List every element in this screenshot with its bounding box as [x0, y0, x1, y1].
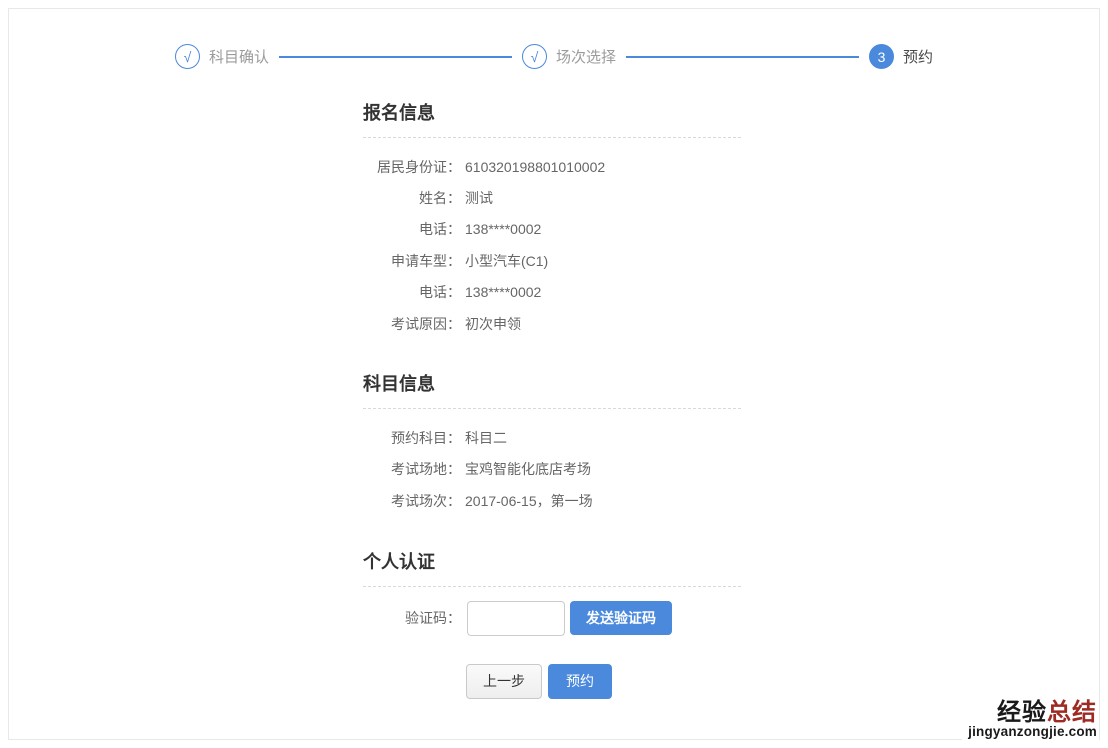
field-exam-reason: 考试原因： 初次申领: [363, 308, 741, 339]
field-phone-2: 电话： 138****0002: [363, 277, 741, 308]
field-id-card: 居民身份证： 610320198801010002: [363, 151, 741, 182]
subject-section-title: 科目信息: [363, 374, 435, 395]
verification-section: 个人认证 验证码： 发送验证码: [363, 548, 741, 636]
watermark-title-black: 经验: [997, 698, 1047, 726]
watermark-title-red: 总结: [1047, 698, 1097, 726]
step-appointment[interactable]: 3 预约: [869, 44, 933, 69]
field-name: 姓名： 测试: [363, 182, 741, 213]
step-number-badge: 3: [869, 44, 894, 69]
dashed-divider: [363, 408, 741, 410]
field-value: 138****0002: [465, 284, 542, 301]
step-label: 场次选择: [555, 49, 616, 66]
verification-code-input[interactable]: [467, 600, 565, 636]
field-exam-session: 考试场次： 2017-06-15，第一场: [363, 485, 741, 516]
appointment-page: √ 科目确认 √ 场次选择 3 预约 报名信息 居民身份证： 610320198…: [0, 0, 1108, 748]
site-watermark: 经验总结 jingyanzongjie.com: [962, 697, 1099, 741]
field-value: 2017-06-15，第一场: [465, 492, 593, 509]
verification-code-label: 验证码：: [405, 610, 461, 627]
field-booked-subject: 预约科目： 科目二: [363, 422, 741, 453]
step-connector: [626, 55, 859, 58]
check-icon: √: [174, 44, 200, 69]
field-label: 考试原因：: [391, 315, 461, 332]
field-phone: 电话： 138****0002: [363, 214, 741, 245]
main-content: 报名信息 居民身份证： 610320198801010002 姓名： 测试 电话…: [363, 99, 741, 699]
verification-section-title: 个人认证: [363, 551, 435, 572]
check-icon: √: [521, 44, 547, 69]
step-label: 科目确认: [208, 49, 269, 66]
field-label: 考试场次：: [391, 492, 461, 509]
field-value: 610320198801010002: [465, 158, 606, 175]
field-value: 138****0002: [465, 221, 542, 238]
stepper: √ 科目确认 √ 场次选择 3 预约: [0, 44, 1108, 69]
dashed-divider: [363, 137, 741, 138]
field-value: 初次申领: [465, 315, 521, 332]
step-session-select[interactable]: √ 场次选择: [521, 44, 616, 69]
registration-section: 报名信息 居民身份证： 610320198801010002 姓名： 测试 电话…: [363, 99, 741, 339]
field-value: 宝鸡智能化底店考场: [465, 461, 591, 478]
step-label: 预约: [903, 49, 934, 66]
subject-section: 科目信息 预约科目： 科目二 考试场地： 宝鸡智能化底店考场 考试场次： 201…: [363, 370, 741, 516]
verification-row: 验证码： 发送验证码: [363, 600, 741, 636]
step-subject-confirm[interactable]: √ 科目确认: [174, 44, 269, 69]
watermark-url: jingyanzongjie.com: [968, 723, 1097, 739]
field-label: 考试场地：: [391, 461, 461, 478]
field-label: 居民身份证：: [377, 158, 461, 175]
field-value: 科目二: [465, 430, 507, 447]
field-label: 申请车型：: [391, 252, 461, 269]
step-connector: [278, 55, 512, 58]
action-buttons: 上一步 预约: [466, 663, 741, 699]
dashed-divider: [363, 585, 741, 587]
field-value: 小型汽车(C1): [465, 252, 549, 269]
field-exam-venue: 考试场地： 宝鸡智能化底店考场: [363, 454, 741, 485]
field-label: 电话：: [419, 221, 461, 238]
field-label: 预约科目：: [391, 430, 461, 447]
previous-step-button[interactable]: 上一步: [466, 663, 542, 699]
field-label: 姓名：: [419, 190, 461, 207]
registration-section-title: 报名信息: [363, 103, 435, 123]
field-label: 电话：: [419, 284, 461, 301]
send-code-button[interactable]: 发送验证码: [570, 601, 672, 636]
field-vehicle-type: 申请车型： 小型汽车(C1): [363, 245, 741, 276]
field-value: 测试: [465, 190, 493, 207]
submit-appointment-button[interactable]: 预约: [548, 663, 612, 699]
watermark-title: 经验总结: [968, 700, 1097, 725]
